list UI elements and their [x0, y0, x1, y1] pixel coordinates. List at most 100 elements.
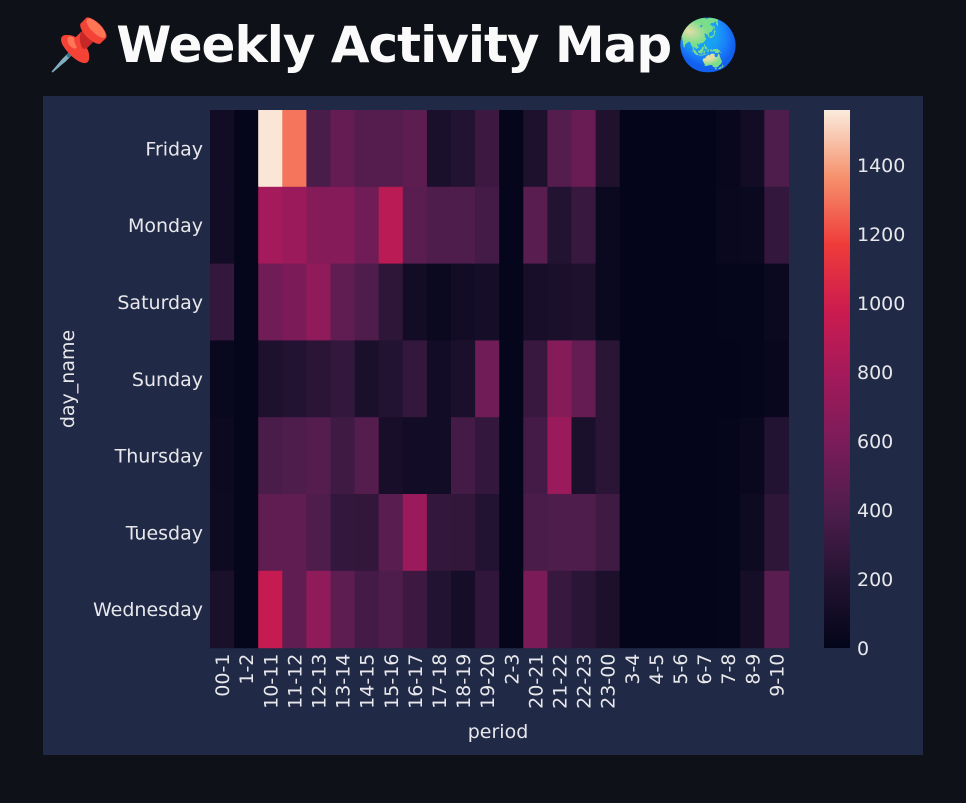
heatmap-cell [426, 417, 452, 495]
heatmap-cell [378, 570, 404, 649]
heatmap-cell [258, 263, 283, 341]
heatmap-cell [716, 340, 741, 418]
x-tick-label: 8-9 [742, 654, 764, 685]
heatmap-cell [210, 110, 235, 188]
x-tick-label: 15-16 [381, 654, 403, 709]
y-tick-labels: Friday Monday Saturday Sunday Thursday Tuesda… [93, 138, 203, 621]
heatmap-cell [451, 494, 476, 572]
colorbar-tick-label: 1400 [857, 155, 905, 177]
heatmap-cell [619, 494, 645, 572]
heatmap-cell [643, 340, 669, 418]
heatmap-cell [210, 494, 235, 572]
heatmap-cell [499, 263, 524, 341]
y-tick-label: Sunday [132, 369, 203, 391]
pushpin-icon: 📌 [48, 16, 111, 74]
heatmap-cell [475, 494, 500, 572]
heatmap-cell [716, 263, 741, 341]
heatmap-cell [306, 110, 332, 188]
heatmap-cell [571, 186, 597, 265]
heatmap-cell [306, 186, 332, 265]
heatmap-cell [234, 186, 259, 265]
x-tick-label: 18-19 [453, 654, 475, 709]
heatmap-cell [740, 340, 765, 418]
heatmap-cell [475, 340, 500, 418]
colorbar-tick-label: 800 [857, 362, 893, 384]
heatmap-cell [740, 570, 765, 649]
heatmap-cell [523, 340, 548, 418]
x-tick-label: 10-11 [260, 654, 282, 709]
heatmap-cell [306, 263, 332, 341]
colorbar-tick-label: 1000 [857, 293, 905, 315]
heatmap-cell [354, 263, 380, 341]
heatmap-cell [426, 263, 452, 341]
heatmap-cell [643, 110, 669, 188]
y-tick-label: Wednesday [93, 599, 203, 621]
heatmap-cell [595, 263, 621, 341]
heatmap-cell [475, 417, 500, 495]
heatmap-cell [667, 417, 693, 495]
heatmap-cell [499, 186, 524, 265]
heatmap-cell [258, 186, 283, 265]
heatmap-cell [426, 494, 452, 572]
heatmap-cell [258, 570, 283, 649]
heatmap-cell [282, 110, 307, 188]
heatmap-cell [619, 263, 645, 341]
page-header: 📌 Weekly Activity Map 🌏 [48, 10, 739, 80]
heatmap-cell [499, 494, 524, 572]
heatmap-cell [402, 570, 428, 649]
x-tick-label: 6-7 [694, 654, 716, 685]
heatmap-cell [354, 186, 380, 265]
heatmap-cell [692, 417, 717, 495]
heatmap-cell [354, 110, 380, 188]
x-tick-label: 23-00 [598, 654, 620, 709]
heatmap-cell [451, 340, 476, 418]
y-tick-label: Saturday [117, 292, 203, 314]
heatmap-cell [643, 186, 669, 265]
colorbar-tick-label: 200 [857, 569, 893, 591]
heatmap-cell [643, 417, 669, 495]
heatmap-cell [475, 186, 500, 265]
heatmap-cell [234, 110, 259, 188]
x-tick-label: 13-14 [333, 654, 355, 709]
x-tick-label: 4-5 [646, 654, 668, 685]
heatmap-cell [378, 340, 404, 418]
heatmap-cell [571, 570, 597, 649]
heatmap-cell [402, 340, 428, 418]
x-tick-label: 11-12 [284, 654, 306, 709]
heatmap-cell [692, 570, 717, 649]
heatmap-cell [378, 494, 404, 572]
x-axis-label: period [468, 721, 529, 743]
heatmap-cell [475, 570, 500, 649]
heatmap-cell [258, 340, 283, 418]
x-tick-label: 00-1 [212, 654, 234, 697]
heatmap-cell [692, 263, 717, 341]
heatmap-cell [547, 263, 573, 341]
heatmap-cell [282, 263, 307, 341]
heatmap-cell [716, 417, 741, 495]
heatmap-cell [643, 570, 669, 649]
heatmap-cell [330, 110, 356, 188]
heatmap-cell [740, 263, 765, 341]
heatmap-cell [547, 494, 573, 572]
heatmap-cell [354, 340, 380, 418]
heatmap-cell [571, 494, 597, 572]
x-tick-label: 7-8 [718, 654, 740, 685]
heatmap-cell [426, 570, 452, 649]
x-tick-label: 14-15 [357, 654, 379, 709]
heatmap-cell [451, 263, 476, 341]
heatmap-cell [378, 263, 404, 341]
heatmap-cell [764, 494, 789, 572]
heatmap-cell [571, 110, 597, 188]
heatmap-cell [667, 263, 693, 341]
heatmap-cell [619, 340, 645, 418]
heatmap-cell [258, 110, 283, 188]
heatmap-cell [475, 110, 500, 188]
colorbar-tick-label: 1200 [857, 224, 905, 246]
heatmap-cell [354, 570, 380, 649]
heatmap-cell [571, 263, 597, 341]
heatmap-cell [523, 417, 548, 495]
heatmap-cell [402, 186, 428, 265]
heatmap-cell [764, 263, 789, 341]
x-tick-label: 3-4 [622, 654, 644, 685]
heatmap-cell [716, 570, 741, 649]
